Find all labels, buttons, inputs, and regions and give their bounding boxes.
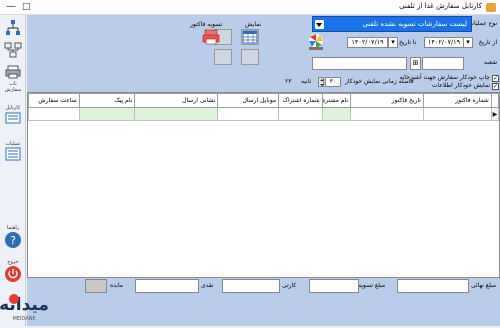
remaining-label: مانده: [110, 282, 124, 289]
invoice-label: تسویه فاکتور: [190, 21, 223, 28]
interval-field[interactable]: ۳۰: [325, 77, 341, 87]
cartable-icon: [5, 112, 21, 124]
cell-send-mobile[interactable]: [217, 107, 280, 121]
invoice-button[interactable]: [202, 29, 220, 45]
blank-tool-button-2[interactable]: [214, 49, 232, 65]
cell-courier-name[interactable]: [78, 107, 136, 121]
col-invoice-date[interactable]: تاریخ فاکتور: [350, 93, 424, 108]
to-date-dropdown[interactable]: ▾: [388, 37, 398, 48]
cell-customer-name[interactable]: [321, 107, 352, 121]
col-send-address[interactable]: نشانی ارسال: [134, 93, 219, 108]
operations-icon: [5, 147, 21, 161]
maximize-button[interactable]: □: [22, 1, 31, 13]
cell-invoice-no[interactable]: [422, 107, 492, 121]
table-row[interactable]: ▶: [28, 107, 500, 121]
tree-network-icon: [6, 20, 20, 35]
sidebar-item-cartable[interactable]: کارتابل: [2, 105, 24, 127]
operation-type-value: لیست سفارشات تسویه نشده تلفنی: [362, 20, 467, 28]
auto-show-checkbox[interactable]: ✓: [492, 83, 499, 90]
final-amount-field[interactable]: [397, 279, 469, 293]
branch-label: شعبه: [484, 59, 497, 66]
sidebar-item-tree[interactable]: [2, 19, 24, 39]
from-date-label: از تاریخ: [478, 39, 497, 46]
branch-lookup-button[interactable]: ⊞: [410, 57, 421, 70]
sidebar-item-help[interactable]: راهنما ?: [2, 225, 24, 251]
from-date-field[interactable]: ۱۴۰۲/۰۷/۱۹: [424, 37, 464, 48]
svg-text:?: ?: [10, 234, 16, 247]
count-value: ۲۳: [285, 78, 292, 85]
col-send-mobile[interactable]: موبایل ارسال: [217, 93, 280, 108]
cell-invoice-date[interactable]: [350, 107, 424, 121]
grid-table-icon: [242, 30, 258, 44]
print-icon: [5, 65, 21, 79]
sidebar-label-print: تاب سفارش: [4, 81, 22, 93]
show-label: نمایش: [245, 21, 262, 28]
interval-spinner[interactable]: [318, 77, 324, 87]
show-button[interactable]: [241, 29, 259, 45]
auto-show-label: نمایش خودکار اطلاعات: [431, 82, 490, 89]
blank-tool-button-3[interactable]: [241, 49, 259, 65]
network-icon: [4, 42, 22, 58]
operation-type-label: نوع عملیات: [468, 20, 497, 27]
remaining-amount-field: [85, 279, 107, 293]
cell-subscription-no[interactable]: [278, 107, 323, 121]
invoice-print-icon: [202, 29, 220, 45]
final-amount-label: مبلغ نهائی: [470, 282, 496, 289]
branch-name-field[interactable]: [312, 57, 407, 70]
sidebar-item-operations[interactable]: عملیات: [2, 141, 24, 163]
brand-logo: میدانه MEIDANE: [0, 272, 49, 326]
card-label: کارتی: [282, 282, 297, 289]
settlement-amount-field[interactable]: [309, 279, 359, 293]
interval-label: فاصله زمانی نمایش خودکار: [345, 78, 414, 85]
cash-label: نقدی: [201, 282, 214, 289]
operation-type-select[interactable]: لیست سفارشات تسویه نشده تلفنی: [312, 16, 472, 32]
sidebar-item-network[interactable]: [2, 41, 24, 61]
card-amount-field[interactable]: [222, 279, 280, 293]
cell-order-time[interactable]: [28, 107, 80, 121]
table-header-row: ساعت سفارش نام پیک نشانی ارسال موبایل ار…: [28, 93, 500, 108]
to-date-label: تا تاریخ: [399, 39, 417, 46]
svg-text:MEIDANE: MEIDANE: [12, 316, 35, 322]
app-icon: [486, 3, 496, 12]
seconds-label: ثانیه: [301, 78, 312, 85]
cash-amount-field[interactable]: [135, 279, 199, 293]
settlement-amount-label: مبلغ تسویه: [358, 282, 386, 289]
title-bar: — □ کارتابل سفارش غذا از تلفنی: [0, 0, 500, 15]
col-customer-name[interactable]: نام مشتری: [321, 93, 352, 108]
branch-field[interactable]: [422, 57, 464, 70]
pinwheel-icon[interactable]: [306, 33, 326, 51]
brand-logo-mark: میدانه MEIDANE: [0, 294, 49, 322]
orders-table[interactable]: ساعت سفارش نام پیک نشانی ارسال موبایل ار…: [27, 92, 500, 278]
to-date-field[interactable]: ۱۴۰۲/۰۷/۱۹: [347, 37, 388, 48]
cell-send-address[interactable]: [134, 107, 219, 121]
window-title: کارتابل سفارش غذا از تلفنی: [399, 2, 482, 10]
totals-footer: مبلغ نهائی مبلغ تسویه کارتی نقدی مانده: [27, 278, 500, 326]
sidebar-item-print[interactable]: تاب سفارش: [2, 65, 24, 93]
col-indicator: [490, 93, 500, 108]
minimize-button[interactable]: —: [6, 1, 16, 13]
auto-print-checkbox[interactable]: ✓: [492, 75, 499, 82]
main-panel: نوع عملیات لیست سفارشات تسویه نشده تلفنی…: [27, 15, 500, 326]
col-courier-name[interactable]: نام پیک: [78, 93, 136, 108]
col-invoice-no[interactable]: شماره فاکتور: [422, 93, 492, 108]
svg-text:میدانه: میدانه: [0, 295, 48, 315]
from-date-dropdown[interactable]: ▾: [463, 37, 473, 48]
col-order-time[interactable]: ساعت سفارش: [28, 93, 80, 108]
row-indicator: ▶: [490, 107, 500, 121]
help-icon: ?: [5, 232, 21, 248]
chevron-down-icon[interactable]: [315, 20, 324, 29]
col-subscription-no[interactable]: شماره اشتراک: [278, 93, 323, 108]
